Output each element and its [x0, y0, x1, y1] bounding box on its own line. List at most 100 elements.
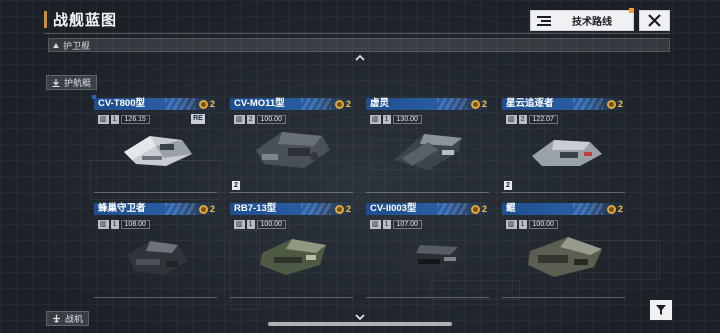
card-divider [94, 297, 217, 298]
ship-count: 2 [606, 203, 623, 215]
count-value: 2 [209, 204, 215, 214]
ship-card[interactable]: 星云追逐者 2 ▥ 2 122.07 2 [502, 98, 625, 193]
chevron-down-icon[interactable] [353, 314, 367, 322]
header-stripes [165, 98, 195, 110]
ship-stats: ▥ 2 100.00 [234, 115, 286, 124]
ship-stats: ▥ 1 100.00 [234, 220, 286, 229]
filter-button[interactable] [650, 300, 672, 320]
ship-level: 2 [246, 115, 255, 124]
ship-count: 2 [334, 98, 351, 110]
filter-icon [656, 305, 666, 315]
ship-tier: 2 [232, 181, 240, 190]
plane-icon [53, 314, 60, 323]
ship-count: 2 [198, 98, 215, 110]
ship-stats: ▥ 1 107.00 [370, 220, 422, 229]
notification-dot [629, 8, 634, 13]
ship-image [128, 241, 188, 275]
ship-stats: ▥ 1 130.00 [370, 115, 422, 124]
count-value: 2 [617, 204, 623, 214]
ship-level: 1 [110, 220, 119, 229]
level-icon: ▥ [506, 220, 517, 229]
ship-stats: ▥ 2 122.07 [506, 115, 558, 124]
card-divider [366, 297, 489, 298]
escort-boat-section-tag[interactable]: 护航艇 [46, 75, 98, 90]
escort-boat-label: 护航艇 [64, 78, 92, 88]
card-divider [502, 297, 625, 298]
ship-stats: ▥ 1 108.00 [98, 220, 150, 229]
ship-name: CV-T800型 [98, 98, 145, 109]
card-divider [230, 192, 353, 193]
medal-icon [470, 204, 480, 214]
page-title: 战舰蓝图 [53, 12, 118, 29]
header-stripes [301, 98, 331, 110]
ship-count: 2 [198, 203, 215, 215]
ship-card[interactable]: CV-T800型 2 ▥ 1 126.15 RE [92, 95, 217, 193]
ship-image [256, 132, 330, 168]
ship-card[interactable]: 蜂巢守卫者 2 ▥ 1 108.00 [94, 203, 217, 298]
ship-card[interactable]: 虚灵 2 ▥ 1 130.00 [366, 98, 489, 193]
ship-stats: ▥ 1 100.00 [506, 220, 558, 229]
ship-card[interactable]: RB7-13型 2 ▥ 1 100.00 [230, 203, 353, 298]
ship-card[interactable]: CV-MO11型 2 ▥ 2 100.00 2 [230, 98, 353, 193]
ship-count: 2 [606, 98, 623, 110]
download-icon [52, 78, 60, 87]
title-accent-bar [44, 11, 47, 28]
ship-power: 108.00 [120, 220, 150, 229]
header-stripes [573, 203, 603, 215]
ship-image [124, 136, 192, 166]
ship-power: 100.00 [256, 115, 286, 124]
chevron-up-icon[interactable] [353, 55, 367, 63]
card-divider [230, 297, 353, 298]
ship-count: 2 [334, 203, 351, 215]
page-header: 战舰蓝图 [44, 9, 117, 30]
level-icon: ▥ [370, 115, 381, 124]
escort-ship-section-bar[interactable]: 护卫舰 [48, 38, 670, 52]
fighter-section-tag[interactable]: 战机 [46, 311, 90, 326]
medal-icon [606, 204, 616, 214]
level-icon: ▥ [370, 220, 381, 229]
card-divider [94, 192, 217, 193]
level-icon: ▥ [234, 220, 245, 229]
card-divider [502, 192, 625, 193]
ship-image [260, 239, 326, 275]
ship-image [394, 134, 462, 170]
count-value: 2 [345, 99, 351, 109]
home-indicator[interactable] [268, 322, 452, 326]
ship-count: 2 [470, 98, 487, 110]
ship-card[interactable]: CV-II003型 2 ▥ 1 107.00 [366, 203, 489, 298]
ship-power: 100.00 [528, 220, 558, 229]
tech-route-button[interactable]: 技术路线 [530, 8, 634, 31]
escort-ship-label: 护卫舰 [63, 40, 91, 51]
ship-power: 107.00 [392, 220, 422, 229]
medal-icon [198, 204, 208, 214]
ship-level: 1 [246, 220, 255, 229]
medal-icon [334, 99, 344, 109]
header-stripes [437, 98, 467, 110]
ship-name: RB7-13型 [234, 203, 277, 214]
ship-level: 1 [382, 220, 391, 229]
header-stripes [165, 203, 195, 215]
close-icon [648, 14, 661, 27]
ship-power: 122.07 [528, 115, 558, 124]
level-icon: ▥ [506, 115, 517, 124]
level-icon: ▥ [98, 220, 109, 229]
level-icon: ▥ [98, 115, 109, 124]
ship-tier: 2 [504, 181, 512, 190]
ship-card[interactable]: 鲲 2 ▥ 1 100.00 [502, 203, 625, 298]
close-button[interactable] [639, 10, 670, 31]
ship-level: 1 [382, 115, 391, 124]
ship-name: CV-MO11型 [234, 98, 285, 109]
medal-icon [606, 99, 616, 109]
ship-power: 126.15 [120, 115, 150, 124]
ship-image [528, 237, 602, 277]
ship-name: 鲲 [506, 203, 516, 214]
ship-level: 1 [518, 220, 527, 229]
collapse-arrow-icon [53, 42, 59, 48]
fighter-label: 战机 [65, 314, 84, 324]
header-stripes [573, 98, 603, 110]
header-divider [44, 33, 670, 34]
ship-level: 1 [110, 115, 119, 124]
count-value: 2 [481, 99, 487, 109]
card-divider [366, 192, 489, 193]
medal-icon [198, 99, 208, 109]
